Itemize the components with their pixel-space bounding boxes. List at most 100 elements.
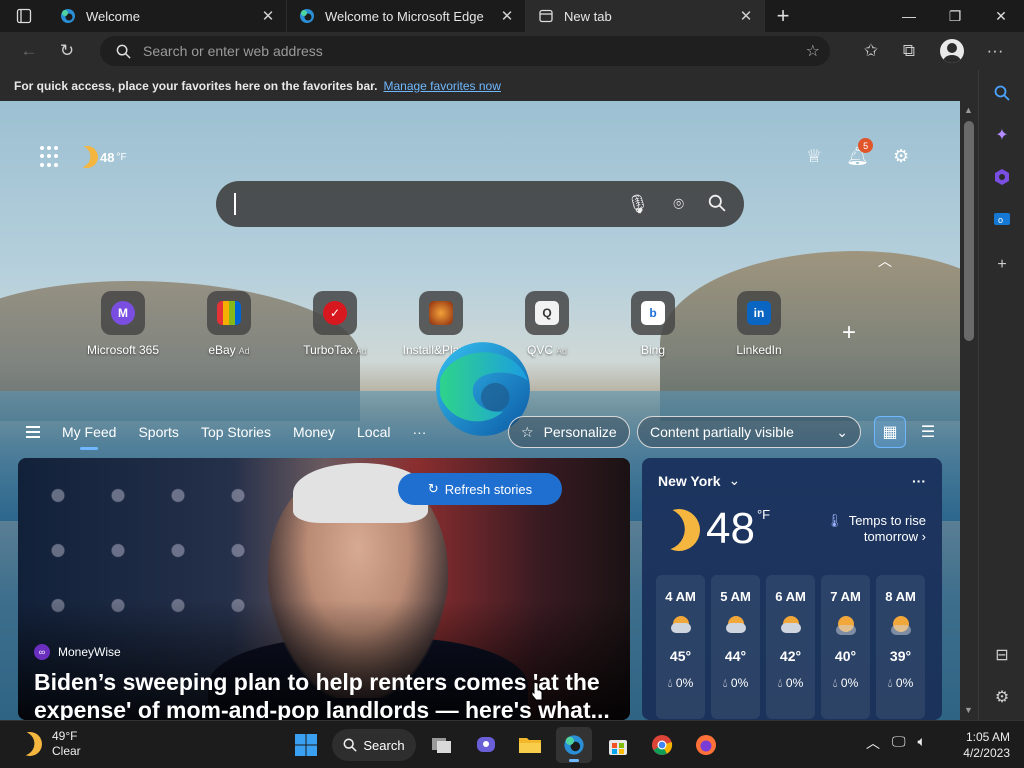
firefox-button[interactable] xyxy=(688,727,724,763)
microsoft-365-icon: M xyxy=(111,301,135,325)
feed-tab-sports[interactable]: Sports xyxy=(138,424,178,440)
hourly-forecast-item[interactable]: 8 AM 39° 💧︎ 0% xyxy=(876,575,925,719)
hourly-forecast-item[interactable]: 4 AM 45° 💧︎ 0% xyxy=(656,575,705,719)
scrollbar-thumb[interactable] xyxy=(964,121,974,341)
turbotax-check-icon: ✓ xyxy=(323,301,347,325)
feed-tab-money[interactable]: Money xyxy=(293,424,335,440)
ad-marker: Ad xyxy=(238,346,250,356)
teams-chat-button[interactable] xyxy=(468,727,504,763)
microsoft-store-button[interactable] xyxy=(600,727,636,763)
weather-more-button[interactable]: ··· xyxy=(912,473,926,489)
close-window-button[interactable]: ✕ xyxy=(978,0,1024,32)
network-icon[interactable]: 🖵︎ xyxy=(892,733,906,753)
add-favorite-star-icon[interactable]: ☆ xyxy=(806,41,820,61)
tab-close-button[interactable]: ✕ xyxy=(258,7,278,25)
minimize-button[interactable]: — xyxy=(886,0,932,32)
quick-link-tile: in xyxy=(737,291,781,335)
taskbar-search-button[interactable]: Search xyxy=(332,729,416,761)
sidebar-settings-button[interactable]: ⚙ xyxy=(989,684,1015,710)
personalize-button[interactable]: ☆ Personalize xyxy=(508,416,630,448)
taskbar-clock[interactable]: 1:05 AM 4/2/2023 xyxy=(948,729,1010,761)
chevron-down-icon[interactable]: ⌄ xyxy=(729,472,741,489)
hourly-forecast: 4 AM 45° 💧︎ 0% 5 AM 44° 💧︎ 0% 6 AM 42° 💧… xyxy=(656,575,925,719)
list-layout-button[interactable]: ☰ xyxy=(912,416,944,448)
favorites-button[interactable]: ✩ xyxy=(852,32,890,70)
weather-forecast-note[interactable]: 🌡︎ Temps to rise tomorrow › xyxy=(826,513,926,545)
sidebar-hide-button[interactable]: ⊟ xyxy=(989,642,1015,668)
task-view-button[interactable] xyxy=(424,727,460,763)
collections-button[interactable]: ⧉ xyxy=(890,32,928,70)
file-explorer-button[interactable] xyxy=(512,727,548,763)
settings-more-button[interactable]: ··· xyxy=(976,32,1014,70)
tab-welcome[interactable]: Welcome ✕ xyxy=(48,0,287,32)
show-hidden-icons-chevron-icon[interactable]: ︿ xyxy=(866,733,880,753)
rewards-trophy-icon[interactable]: ♕ xyxy=(806,146,822,167)
outlook-icon: o xyxy=(994,213,1010,225)
notifications-button[interactable]: 🔔︎ 5 xyxy=(846,138,874,167)
quick-link-ebay[interactable]: eBay Ad xyxy=(176,291,282,357)
grid-layout-button[interactable]: ▦ xyxy=(874,416,906,448)
back-button[interactable]: ← xyxy=(10,32,48,70)
moon-icon xyxy=(652,503,706,557)
scroll-down-arrow-icon[interactable]: ▼ xyxy=(964,705,973,715)
feed-tab-local[interactable]: Local xyxy=(357,424,390,440)
feed-tab-top-stories[interactable]: Top Stories xyxy=(201,424,271,440)
search-icon[interactable] xyxy=(708,194,726,212)
sidebar-discover-button[interactable]: ✦ xyxy=(989,122,1015,148)
sidebar-add-button[interactable]: + xyxy=(989,252,1015,278)
refresh-stories-button[interactable]: ↻ Refresh stories xyxy=(398,473,562,505)
feed-menu-hamburger-icon[interactable] xyxy=(26,423,40,441)
feed-tab-my-feed[interactable]: My Feed xyxy=(62,424,116,450)
refresh-icon: ↻ xyxy=(59,41,75,60)
start-button[interactable] xyxy=(288,727,324,763)
hourly-forecast-item[interactable]: 5 AM 44° 💧︎ 0% xyxy=(711,575,760,719)
profile-avatar[interactable] xyxy=(940,39,964,63)
address-bar[interactable]: Search or enter web address ☆ xyxy=(100,36,830,66)
tab-close-button[interactable]: ✕ xyxy=(736,7,756,25)
new-tab-button[interactable]: + xyxy=(765,0,801,32)
restore-button[interactable]: ❐ xyxy=(932,0,978,32)
page-settings-gear-icon[interactable]: ⚙ xyxy=(893,146,909,167)
tab-close-button[interactable]: ✕ xyxy=(497,7,517,25)
weather-location[interactable]: New York xyxy=(658,473,721,489)
refresh-button[interactable]: ↻ xyxy=(48,32,86,70)
tab-welcome-to-edge[interactable]: Welcome to Microsoft Edge ✕ xyxy=(287,0,526,32)
scroll-up-arrow-icon[interactable]: ▲ xyxy=(964,105,973,115)
volume-icon[interactable]: 🔈︎ xyxy=(918,733,926,753)
visual-search-icon[interactable]: ⌾ xyxy=(673,194,684,215)
personalize-sparkle-icon: ☆ xyxy=(521,423,534,440)
ntp-search-box[interactable]: 🎙︎ ⌾ xyxy=(216,181,744,227)
edge-icon xyxy=(564,735,584,755)
quick-link-microsoft-365[interactable]: M Microsoft 365 xyxy=(70,291,176,357)
news-source[interactable]: ∞ MoneyWise xyxy=(34,644,121,660)
microphone-icon[interactable]: 🎙︎ xyxy=(626,194,649,215)
tab-new-tab[interactable]: New tab ✕ xyxy=(526,0,765,32)
sidebar-outlook-button[interactable]: o xyxy=(989,206,1015,232)
feed-tabs-more-button[interactable]: ··· xyxy=(412,424,426,440)
header-weather-unit: °F xyxy=(116,151,127,163)
hour-temp: 39° xyxy=(889,648,912,664)
quick-link-bing[interactable]: b Bing xyxy=(600,291,706,357)
add-quick-link-button[interactable]: + xyxy=(842,319,856,347)
hourly-forecast-item[interactable]: 7 AM 40° 💧︎ 0% xyxy=(821,575,870,719)
sidebar-search-button[interactable] xyxy=(989,80,1015,106)
sidebar-office-button[interactable] xyxy=(989,164,1015,190)
hour-temp: 44° xyxy=(724,648,747,664)
header-weather[interactable]: 48 °F xyxy=(76,146,127,168)
content-visibility-dropdown[interactable]: Content partially visible ⌄ xyxy=(637,416,861,448)
edge-sidebar: ✦ o + ⊟ ⚙ xyxy=(978,70,1024,720)
hourly-forecast-item[interactable]: 6 AM 42° 💧︎ 0% xyxy=(766,575,815,719)
collapse-quicklinks-chevron-icon[interactable]: ︿ xyxy=(878,251,892,271)
taskbar-weather-widget[interactable]: 49°F Clear xyxy=(18,729,81,759)
chrome-button[interactable] xyxy=(644,727,680,763)
moon-icon xyxy=(73,143,101,171)
toolbar-right: ✩ ⧉ ··· xyxy=(852,32,1024,70)
search-icon xyxy=(116,44,131,59)
manage-favorites-link[interactable]: Manage favorites now xyxy=(383,79,500,93)
page-scrollbar[interactable]: ▲ ▼ xyxy=(960,101,978,720)
quick-link-turbotax[interactable]: ✓ TurboTax Ad xyxy=(282,291,388,357)
tab-actions-button[interactable] xyxy=(0,0,48,32)
quick-link-linkedin[interactable]: in LinkedIn xyxy=(706,291,812,357)
edge-taskbar-button[interactable] xyxy=(556,727,592,763)
app-launcher-icon[interactable] xyxy=(40,146,62,168)
